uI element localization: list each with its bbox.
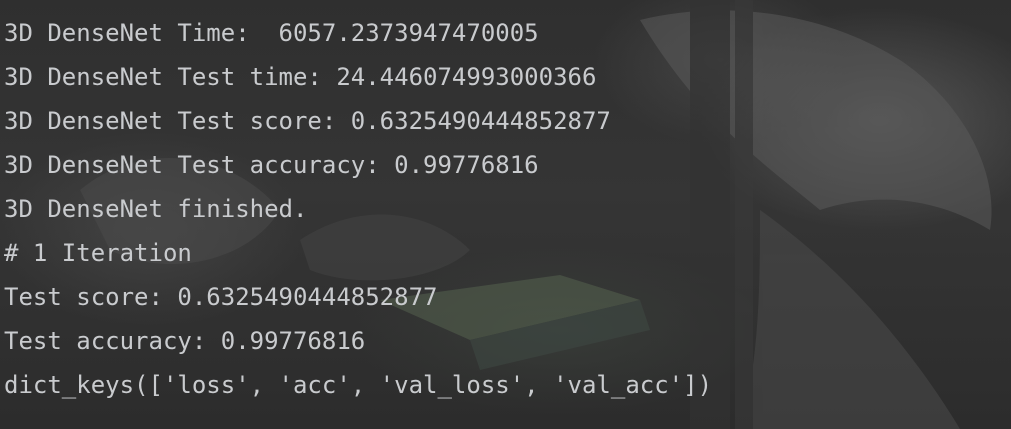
terminal-text: 3D DenseNet Time: 6057.2373947470005 3D D… — [4, 11, 712, 407]
output-line-densenet-test-time: 3D DenseNet Test time: 24.44607499300036… — [4, 63, 597, 91]
output-line-iteration: # 1 Iteration — [4, 239, 192, 267]
output-line-test-score: Test score: 0.6325490444852877 — [4, 283, 438, 311]
output-line-test-accuracy: Test accuracy: 0.99776816 — [4, 327, 366, 355]
output-line-densenet-finished: 3D DenseNet finished. — [4, 195, 308, 223]
output-line-densenet-test-accuracy: 3D DenseNet Test accuracy: 0.99776816 — [4, 151, 539, 179]
output-line-dict-keys: dict_keys(['loss', 'acc', 'val_loss', 'v… — [4, 371, 713, 399]
output-line-densenet-time: 3D DenseNet Time: 6057.2373947470005 — [4, 19, 539, 47]
console-output-panel: 3D DenseNet Time: 6057.2373947470005 3D D… — [0, 0, 1011, 429]
output-line-densenet-test-score: 3D DenseNet Test score: 0.63254904448528… — [4, 107, 611, 135]
